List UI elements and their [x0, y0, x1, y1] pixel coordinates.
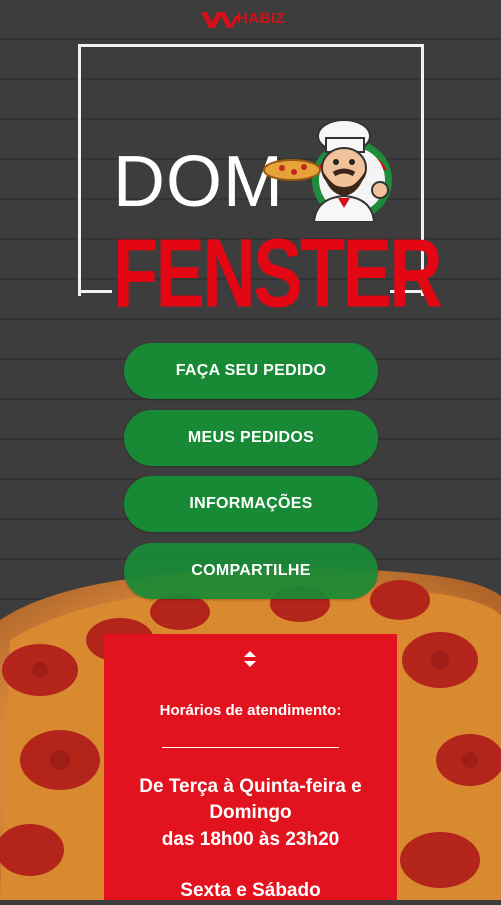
hours-title: Horários de atendimento:: [159, 702, 342, 719]
share-button[interactable]: COMPARTILHE: [124, 543, 378, 599]
order-button[interactable]: FAÇA SEU PEDIDO: [124, 343, 378, 399]
restaurant-name-dom: DOM: [113, 142, 284, 222]
hours-days-line-2: Domingo: [209, 802, 292, 823]
chef-mascot-icon: [262, 110, 402, 223]
restaurant-name-fenster: FENSTER: [113, 220, 443, 328]
hours-divider: [162, 747, 339, 748]
hours-weekend-line: Sexta e Sábado: [180, 880, 321, 901]
habiz-logo-text: HABIZ: [237, 10, 286, 27]
logo-frame-corner-left: [78, 290, 112, 293]
opening-hours-panel: Horários de atendimento: De Terça à Quin…: [104, 634, 397, 901]
habiz-logo: HABIZ: [201, 8, 305, 34]
habiz-logo-icon: [201, 12, 239, 28]
information-button[interactable]: INFORMAÇÕES: [124, 476, 378, 532]
sort-arrows-icon[interactable]: [243, 650, 257, 668]
my-orders-button[interactable]: MEUS PEDIDOS: [124, 410, 378, 466]
hours-time-line: das 18h00 às 23h20: [161, 829, 340, 850]
hours-days-line: De Terça à Quinta-feira e: [139, 776, 362, 797]
